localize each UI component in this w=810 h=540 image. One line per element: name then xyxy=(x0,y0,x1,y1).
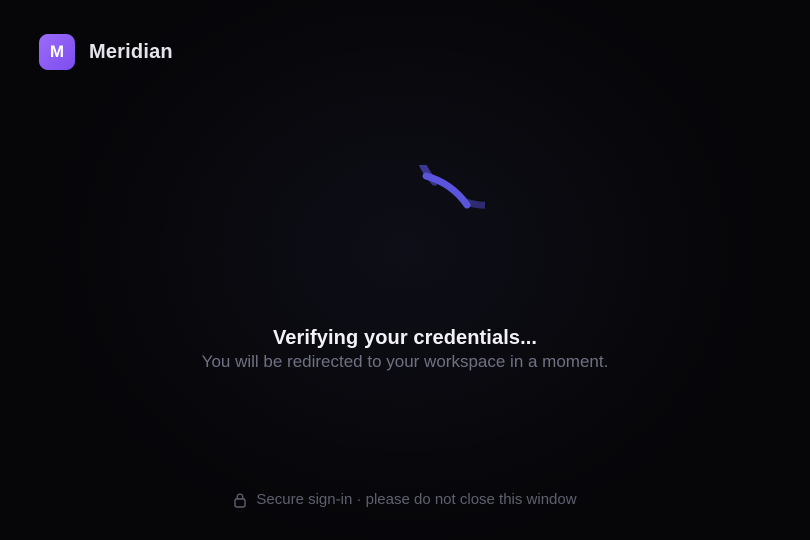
secure-signin-notice: Secure sign-in · please do not close thi… xyxy=(0,491,810,508)
brand-name: Meridian xyxy=(89,40,173,63)
loading-subtitle: You will be redirected to your workspace… xyxy=(201,352,609,371)
brand-logo-letter: M xyxy=(49,42,65,61)
brand-header: M Meridian xyxy=(39,34,173,70)
brand-logo: M xyxy=(39,34,75,70)
secure-signin-text: Secure sign-in · please do not close thi… xyxy=(256,491,577,508)
loading-title: Verifying your credentials... xyxy=(272,327,538,349)
lock-icon xyxy=(233,492,247,508)
loading-spinner-icon xyxy=(325,165,485,325)
